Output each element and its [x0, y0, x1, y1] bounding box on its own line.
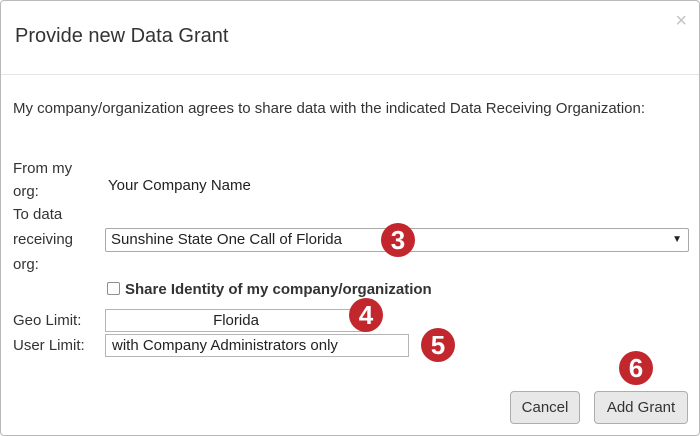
- dialog-title: Provide new Data Grant: [15, 25, 229, 47]
- to-org-label-line3: org:: [13, 256, 39, 273]
- close-icon[interactable]: ×: [675, 11, 687, 31]
- from-org-label-line2: org:: [13, 183, 39, 200]
- share-identity-checkbox[interactable]: [107, 282, 120, 295]
- to-org-label-line1: To data: [13, 206, 63, 223]
- step-badge-4: 4: [349, 298, 383, 332]
- step-badge-6: 6: [619, 351, 653, 385]
- receiving-org-selected: Sunshine State One Call of Florida: [111, 231, 342, 248]
- geo-limit-label: Geo Limit:: [13, 312, 82, 329]
- dropdown-caret-icon: ▼: [672, 234, 682, 245]
- dialog-header: Provide new Data Grant ×: [1, 1, 699, 75]
- intro-text: My company/organization agrees to share …: [13, 100, 646, 117]
- geo-limit-field[interactable]: Florida: [105, 309, 367, 332]
- to-org-label-line2: receiving: [13, 231, 74, 248]
- data-grant-dialog: Provide new Data Grant × My company/orga…: [0, 0, 700, 436]
- share-identity-label[interactable]: Share Identity of my company/organizatio…: [125, 281, 432, 298]
- add-grant-button[interactable]: Add Grant: [594, 391, 688, 424]
- user-limit-field[interactable]: with Company Administrators only: [105, 334, 409, 357]
- step-badge-5: 5: [421, 328, 455, 362]
- user-limit-label: User Limit:: [13, 337, 85, 354]
- cancel-button[interactable]: Cancel: [510, 391, 580, 424]
- step-badge-3: 3: [381, 223, 415, 257]
- from-org-label-line1: From my: [13, 160, 73, 177]
- from-org-value: Your Company Name: [108, 177, 251, 194]
